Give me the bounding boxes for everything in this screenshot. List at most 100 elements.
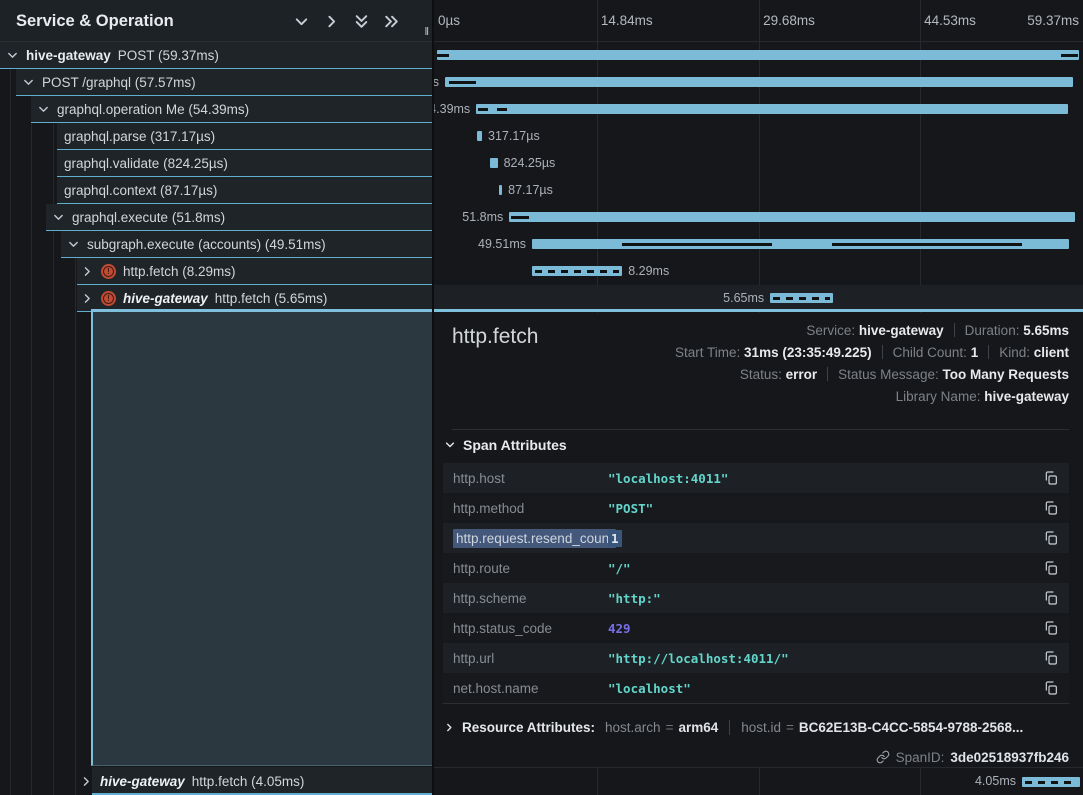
span-tree-row[interactable]: POST /graphql (57.57ms)	[0, 69, 434, 96]
error-exclamation: !	[103, 266, 114, 277]
attribute-value[interactable]: "/"	[608, 561, 1043, 576]
meta-line: Service: hive-gatewayDuration: 5.65ms	[675, 320, 1069, 342]
attribute-value[interactable]: "POST"	[608, 501, 1043, 516]
span-tree-row[interactable]: !http.fetch (8.29ms)	[0, 258, 434, 285]
span-attributes-section-header[interactable]: Span Attributes	[444, 437, 567, 453]
span-duration-bar[interactable]	[477, 131, 482, 141]
attribute-value[interactable]: "http:"	[608, 591, 1043, 606]
attribute-value[interactable]: "localhost"	[608, 681, 1043, 696]
attribute-value[interactable]: "http://localhost:4011/"	[608, 651, 1043, 666]
chevron-right-icon[interactable]	[80, 775, 93, 788]
timeline-panel: 0µs14.84ms29.68ms44.53ms59.37ms 57.57ms5…	[434, 0, 1083, 795]
attribute-key[interactable]: http.host	[453, 471, 608, 486]
copy-icon[interactable]	[1043, 470, 1059, 486]
error-exclamation: !	[103, 293, 114, 304]
span-duration-bar[interactable]	[770, 293, 833, 303]
section-separator	[443, 703, 1069, 704]
span-tree-row[interactable]: graphql.execute (51.8ms)	[0, 204, 434, 231]
copy-icon[interactable]	[1043, 560, 1059, 576]
chevron-down-icon[interactable]	[22, 76, 35, 89]
span-attributes-table: http.host"localhost:4011"http.method"POS…	[443, 463, 1069, 703]
span-operation-name: graphql.execute (51.8ms)	[72, 210, 225, 225]
span-tree-row[interactable]: subgraph.execute (accounts) (49.51ms)	[0, 231, 434, 258]
link-icon[interactable]	[876, 750, 890, 764]
attribute-key[interactable]: net.host.name	[453, 681, 608, 696]
meta-label: Duration:	[965, 323, 1024, 338]
double-chevron-right-icon[interactable]	[383, 13, 400, 30]
double-chevron-down-icon[interactable]	[353, 13, 370, 30]
attribute-value[interactable]: 429	[608, 621, 1043, 636]
meta-separator	[827, 367, 828, 381]
panel-resize-handle[interactable]: ‖	[424, 26, 430, 38]
attribute-key[interactable]: http.url	[453, 651, 608, 666]
attribute-key[interactable]: http.status_code	[453, 621, 608, 636]
span-duration-bar[interactable]	[437, 50, 1080, 60]
timeline-row[interactable]: 49.51ms	[434, 231, 1083, 258]
chevron-right-icon[interactable]	[81, 292, 94, 305]
attribute-key[interactable]: http.scheme	[453, 591, 608, 606]
attribute-key[interactable]: http.method	[453, 501, 608, 516]
chevron-right-icon	[444, 722, 455, 733]
timeline-row[interactable]: 5.65ms	[434, 285, 1083, 312]
span-details-meta: Service: hive-gatewayDuration: 5.65msSta…	[675, 320, 1069, 408]
attribute-value[interactable]: "localhost:4011"	[608, 471, 1043, 486]
span-tree-row[interactable]: !hive-gatewayhttp.fetch (5.65ms)	[0, 285, 434, 312]
bar-duration-label: 87.17µs	[508, 177, 553, 204]
copy-icon[interactable]	[1043, 500, 1059, 516]
meta-value: client	[1034, 345, 1069, 360]
resource-attributes-section-header[interactable]: Resource Attributes: host.arch=arm64host…	[444, 714, 1069, 740]
copy-icon[interactable]	[1043, 620, 1059, 636]
timeline-row[interactable]: 87.17µs	[434, 177, 1083, 204]
timeline-row[interactable]	[434, 42, 1083, 69]
timeline-row[interactable]: 317.17µs	[434, 123, 1083, 150]
child-span-mark	[478, 108, 488, 111]
span-tree-row[interactable]: hive-gatewayhttp.fetch (4.05ms)	[0, 767, 434, 795]
chevron-down-icon	[444, 439, 456, 451]
span-duration-bar[interactable]	[490, 158, 498, 168]
chevron-down-icon[interactable]	[52, 211, 65, 224]
span-duration-bar[interactable]	[509, 212, 1075, 222]
span-tree-row[interactable]: graphql.parse (317.17µs)	[0, 123, 434, 150]
span-duration-bar[interactable]	[499, 185, 502, 195]
timeline-row[interactable]: 51.8ms	[434, 204, 1083, 231]
span-duration-bar[interactable]	[532, 266, 622, 276]
span-attributes-label: Span Attributes	[463, 437, 567, 453]
timeline-row[interactable]: 824.25µs	[434, 150, 1083, 177]
timeline-row[interactable]: 57.57ms	[434, 69, 1083, 96]
attribute-value[interactable]: 1	[608, 531, 1043, 546]
meta-label: Status:	[740, 367, 786, 382]
span-duration-bar[interactable]	[445, 77, 1073, 87]
chevron-down-icon[interactable]	[67, 238, 80, 251]
span-tree-row[interactable]: graphql.operation Me (54.39ms)	[0, 96, 434, 123]
copy-icon[interactable]	[1043, 650, 1059, 666]
chevron-down-icon[interactable]	[6, 49, 19, 62]
error-icon: !	[101, 291, 116, 306]
span-duration-bar[interactable]	[476, 104, 1068, 114]
chevron-down-icon[interactable]	[37, 103, 50, 116]
chevron-right-icon[interactable]	[81, 265, 94, 278]
copy-icon[interactable]	[1043, 680, 1059, 696]
span-tree-row[interactable]: graphql.context (87.17µs)	[0, 177, 434, 204]
span-tree-row[interactable]: hive-gatewayPOST (59.37ms)	[0, 42, 434, 69]
span-service-name: hive-gateway	[26, 48, 111, 63]
copy-icon[interactable]	[1043, 590, 1059, 606]
chevron-right-icon[interactable]	[323, 13, 340, 30]
span-tree-row[interactable]: graphql.validate (824.25µs)	[0, 150, 434, 177]
copy-icon[interactable]	[1043, 530, 1059, 546]
selected-row-border	[434, 309, 1083, 312]
resource-attributes-preview: host.arch=arm64host.id=BC62E13B-C4CC-585…	[605, 720, 1023, 735]
chevron-down-icon[interactable]	[293, 13, 310, 30]
attribute-row: http.request.resend_count1	[443, 523, 1069, 553]
timeline-row[interactable]: 8.29ms	[434, 258, 1083, 285]
attribute-row: http.status_code429	[443, 613, 1069, 643]
meta-value: hive-gateway	[859, 323, 944, 338]
gridline	[759, 768, 760, 795]
meta-value: Too Many Requests	[942, 367, 1069, 382]
meta-line: Start Time: 31ms (23:35:49.225)Child Cou…	[675, 342, 1069, 364]
timeline-row[interactable]: 54.39ms	[434, 96, 1083, 123]
span-duration-bar[interactable]	[1022, 777, 1080, 787]
attribute-key[interactable]: http.route	[453, 561, 608, 576]
meta-label: Service:	[806, 323, 859, 338]
attribute-key[interactable]: http.request.resend_count	[453, 529, 616, 548]
axis-tick-label: 44.53ms	[924, 0, 976, 42]
